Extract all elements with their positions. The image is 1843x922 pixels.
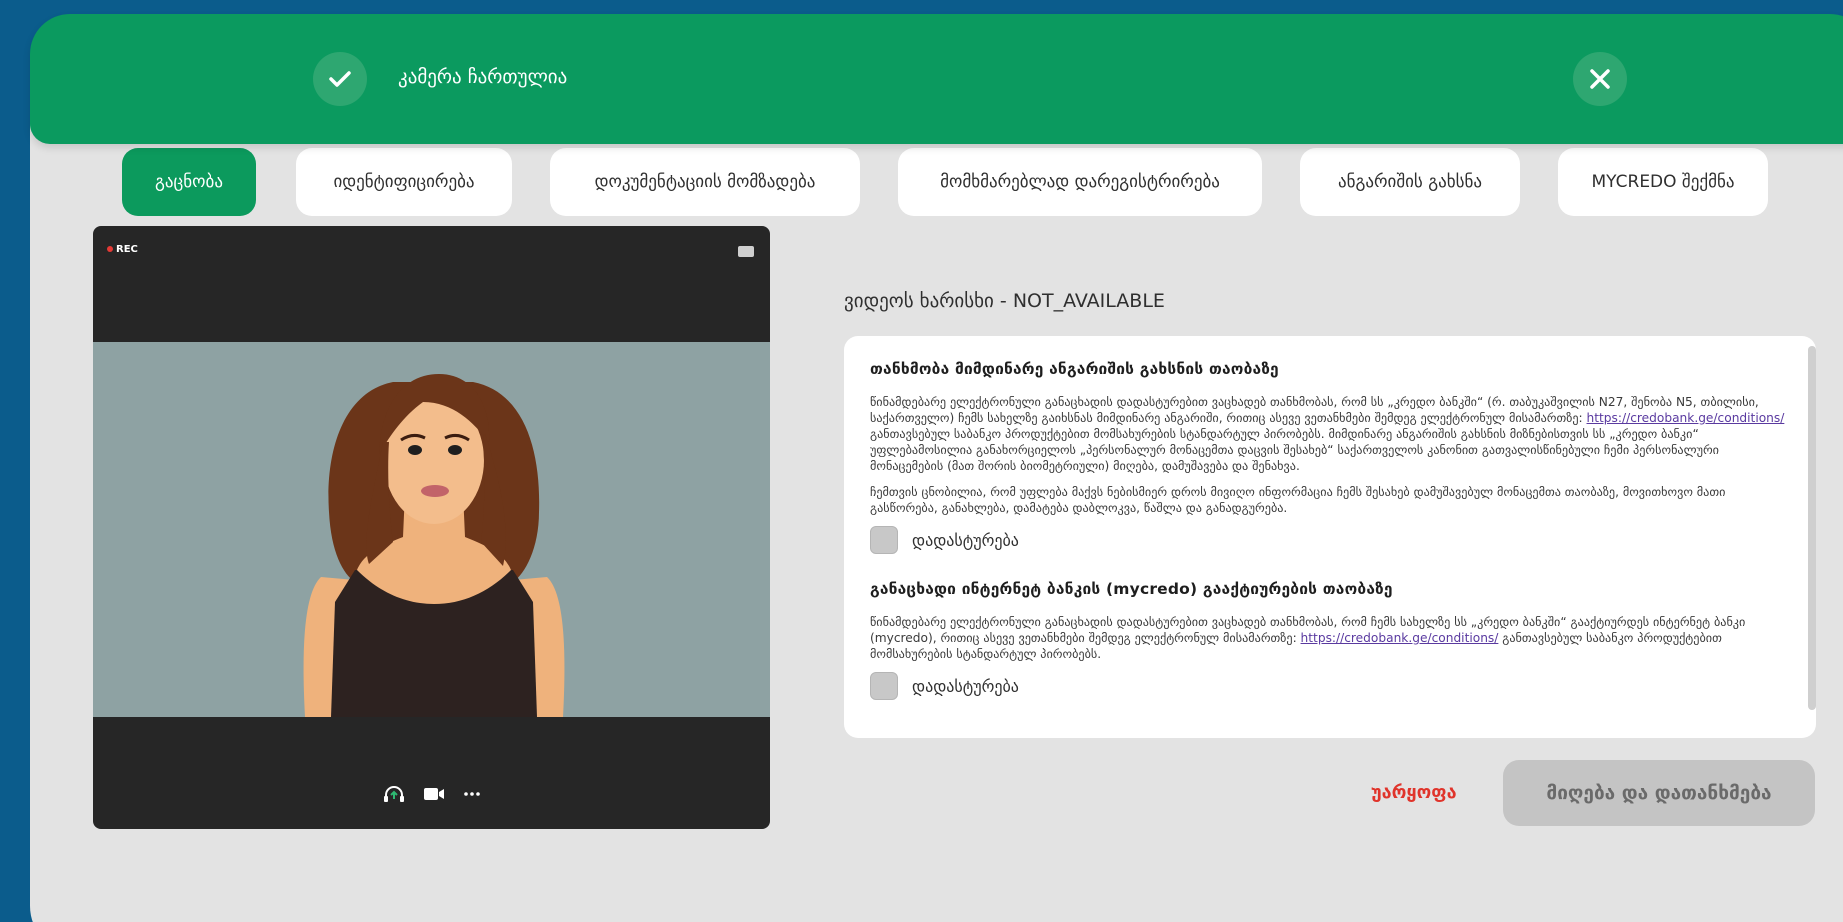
conditions-link[interactable]: https://credobank.ge/conditions/	[1301, 631, 1499, 645]
consent-paragraph: წინამდებარე ელექტრონული განაცხადის დადას…	[870, 614, 1786, 662]
headphones-icon[interactable]	[383, 785, 405, 803]
confirm-checkbox-label: დადასტურება	[912, 676, 1019, 696]
stepper: გაცნობა იდენტიფიცირება დოკუმენტაციის მომ…	[122, 148, 1843, 216]
step-identification[interactable]: იდენტიფიცირება	[296, 148, 512, 216]
close-icon[interactable]	[1573, 52, 1627, 106]
confirm-checkbox[interactable]	[870, 526, 898, 554]
step-account-opening[interactable]: ანგარიშის გახსნა	[1300, 148, 1520, 216]
consent-paragraph: წინამდებარე ელექტრონული განაცხადის დადას…	[870, 394, 1786, 474]
video-quality-label: ვიდეოს ხარისხი - NOT_AVAILABLE	[844, 290, 1165, 312]
accept-button[interactable]: მიღება და დათანხმება	[1503, 760, 1815, 826]
paragraph-text: განთავსებულ საბანკო პროდუქტებით მომსახურ…	[870, 427, 1719, 473]
camera-icon[interactable]	[423, 786, 445, 802]
video-controls	[93, 785, 770, 803]
window-icon	[738, 246, 754, 257]
confirm-checkbox-label: დადასტურება	[912, 530, 1019, 550]
rec-indicator: REC	[107, 244, 138, 255]
step-customer-registration[interactable]: მომხმარებლად დარეგისტრირება	[898, 148, 1262, 216]
camera-toast: კამერა ჩართულია	[30, 14, 1843, 144]
conditions-link[interactable]: https://credobank.ge/conditions/	[1587, 411, 1785, 425]
more-options-icon[interactable]	[463, 791, 481, 797]
consent-paragraph: ჩემთვის ცნობილია, რომ უფლება მაქვს ნების…	[870, 485, 1726, 515]
rec-label: REC	[116, 244, 138, 255]
check-icon	[313, 52, 367, 106]
confirm-checkbox-row[interactable]: დადასტურება	[870, 672, 1786, 700]
step-mycredo-creation[interactable]: MYCREDO შექმნა	[1558, 148, 1768, 216]
toast-message: კამერა ჩართულია	[398, 66, 568, 88]
consent-section-title: განაცხადი ინტერნეტ ბანკის (mycredo) გააქ…	[870, 580, 1393, 598]
step-document-preparation[interactable]: დოკუმენტაციის მომზადება	[550, 148, 860, 216]
step-intro[interactable]: გაცნობა	[122, 148, 256, 216]
rec-dot-icon	[107, 246, 113, 252]
consent-section-title: თანხმობა მიმდინარე ანგარიშის გახსნის თაო…	[870, 360, 1279, 378]
consent-scrollbar[interactable]	[1808, 346, 1816, 710]
confirm-checkbox[interactable]	[870, 672, 898, 700]
video-preview: REC	[93, 226, 770, 829]
camera-feed	[93, 342, 770, 717]
confirm-checkbox-row[interactable]: დადასტურება	[870, 526, 1786, 554]
avatar-illustration	[303, 374, 565, 717]
reject-button[interactable]: უარყოფა	[1371, 782, 1457, 803]
consent-panel[interactable]: თანხმობა მიმდინარე ანგარიშის გახსნის თაო…	[844, 336, 1816, 738]
